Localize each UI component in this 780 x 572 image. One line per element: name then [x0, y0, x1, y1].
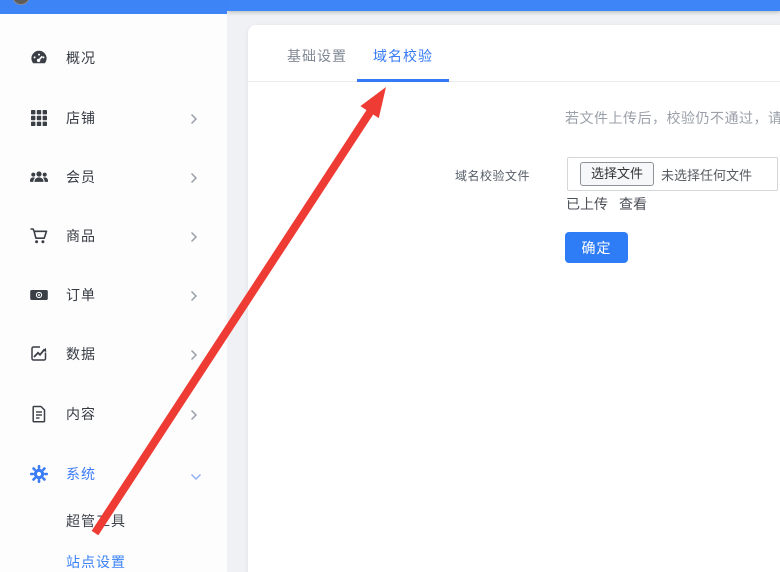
chevron-right-icon — [190, 408, 198, 426]
sidebar-item-members[interactable]: 会员 — [0, 157, 227, 197]
sidebar-item-label: 系统 — [66, 464, 96, 484]
sidebar-subitem-site-settings[interactable]: 站点设置 — [66, 552, 126, 572]
sidebar-item-content[interactable]: 内容 — [0, 394, 227, 434]
choose-file-button[interactable]: 选择文件 — [580, 162, 654, 186]
gauge-icon — [29, 48, 49, 68]
grid-icon — [29, 108, 49, 128]
gear-icon — [29, 464, 49, 484]
cart-icon — [29, 226, 49, 246]
chevron-right-icon — [190, 289, 198, 307]
sidebar-item-label: 会员 — [66, 167, 96, 187]
sidebar-subitem-super-admin-tools[interactable]: 超管工具 — [66, 511, 126, 531]
settings-card: 基础设置 域名校验 若文件上传后，校验仍不通过，请确认 域名校验文件 选择文件 … — [248, 25, 780, 572]
tab-basic-settings[interactable]: 基础设置 — [271, 25, 363, 82]
sidebar-item-label: 订单 — [66, 285, 96, 305]
chevron-right-icon — [190, 230, 198, 248]
sidebar-item-label: 概况 — [66, 48, 96, 68]
sidebar-header-bar — [0, 0, 227, 14]
sidebar-item-label: 商品 — [66, 226, 96, 246]
admin-page: 概况 店铺 — [0, 0, 780, 572]
sidebar-item-label: 数据 — [66, 344, 96, 364]
chart-icon — [29, 344, 49, 364]
top-navbar — [227, 0, 780, 11]
sidebar: 概况 店铺 — [0, 14, 227, 572]
sidebar-item-system[interactable]: 系统 — [0, 454, 227, 494]
sidebar-item-label: 内容 — [66, 404, 96, 424]
chevron-down-icon — [190, 468, 202, 486]
uploaded-text: 已上传 — [566, 196, 608, 212]
no-file-chosen-text: 未选择任何文件 — [661, 165, 752, 184]
file-input[interactable]: 选择文件 未选择任何文件 — [567, 157, 778, 191]
confirm-button[interactable]: 确定 — [565, 232, 628, 263]
sidebar-item-label: 店铺 — [66, 108, 96, 128]
tab-bar: 基础设置 域名校验 — [248, 25, 780, 82]
document-icon — [29, 404, 49, 424]
sidebar-item-shop[interactable]: 店铺 — [0, 98, 227, 138]
view-link[interactable]: 查看 — [619, 196, 647, 212]
chevron-right-icon — [190, 171, 198, 189]
users-icon — [29, 167, 49, 187]
sidebar-item-overview[interactable]: 概况 — [0, 38, 227, 78]
sidebar-item-products[interactable]: 商品 — [0, 216, 227, 256]
uploaded-status: 已上传查看 — [566, 194, 647, 214]
chevron-right-icon — [190, 348, 198, 366]
upload-hint-text: 若文件上传后，校验仍不通过，请确认 — [565, 108, 780, 128]
sidebar-item-data[interactable]: 数据 — [0, 334, 227, 374]
tab-domain-verification[interactable]: 域名校验 — [357, 25, 449, 82]
bill-icon — [29, 285, 49, 305]
sidebar-item-orders[interactable]: 订单 — [0, 275, 227, 315]
file-field-label: 域名校验文件 — [455, 167, 545, 184]
chevron-right-icon — [190, 112, 198, 130]
